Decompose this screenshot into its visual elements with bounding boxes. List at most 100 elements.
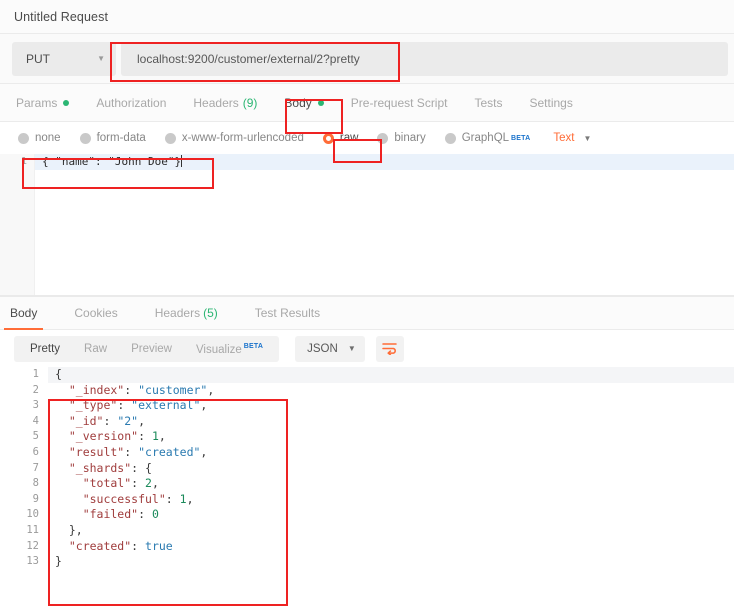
- body-format-label: Text: [553, 132, 575, 144]
- view-label: Preview: [131, 342, 172, 355]
- code-line: "result": "created",: [55, 445, 734, 461]
- code-punct: :: [124, 382, 139, 397]
- code-line: "_shards": {: [55, 461, 734, 477]
- radio-label: none: [35, 132, 61, 144]
- response-view-switcher: Pretty Raw Preview Visualize BETA: [14, 334, 280, 363]
- http-method-select[interactable]: PUT ▼: [12, 41, 116, 76]
- response-tab-headers[interactable]: Headers (5): [149, 297, 224, 330]
- radio-label: raw: [339, 132, 359, 144]
- request-body-code[interactable]: { "name": "John Doe"}: [42, 154, 183, 170]
- line-number: 13: [26, 555, 39, 568]
- request-tab-body[interactable]: Body: [284, 84, 324, 122]
- beta-badge: BETA: [511, 134, 531, 142]
- json-key: "successful": [55, 491, 166, 506]
- line-number: 8: [32, 477, 39, 490]
- tab-label: Params: [16, 95, 58, 110]
- line-number: 4: [32, 414, 39, 427]
- response-gutter: 1 2 3 4 5 6 7 8 9 10 11 12 13: [0, 367, 48, 577]
- url-value: localhost:9200/customer/external/2?prett…: [137, 51, 360, 66]
- response-body-viewer[interactable]: 1 2 3 4 5 6 7 8 9 10 11 12 13 { "_index": "customer"…: [0, 367, 734, 577]
- request-tab-params[interactable]: Params: [16, 84, 70, 122]
- request-tab-headers[interactable]: Headers (9): [193, 84, 257, 122]
- response-view-visualize[interactable]: Visualize BETA: [184, 334, 275, 363]
- view-label: Pretty: [30, 342, 61, 355]
- code-punct: :: [103, 413, 118, 428]
- line-number: 1: [32, 368, 39, 380]
- code-line: "total": 2,: [55, 476, 734, 492]
- json-key: "_index": [55, 382, 125, 397]
- code-line: "_type": "external",: [55, 398, 734, 414]
- view-label: Raw: [84, 342, 108, 355]
- code-punct: ,: [207, 382, 215, 397]
- body-format-select[interactable]: Text ▼: [553, 132, 591, 144]
- json-value: 1: [179, 491, 187, 506]
- radio-label: GraphQL: [461, 132, 510, 144]
- tab-label: Headers: [154, 306, 201, 320]
- body-type-x-www-form-urlencoded[interactable]: x-www-form-urlencoded: [164, 132, 304, 144]
- radio-icon: [444, 132, 456, 144]
- response-tab-cookies[interactable]: Cookies: [68, 297, 123, 330]
- json-value: 0: [151, 507, 159, 522]
- json-value: {: [145, 460, 152, 475]
- request-tab-settings[interactable]: Settings: [530, 84, 573, 122]
- response-view-pretty[interactable]: Pretty: [18, 336, 72, 362]
- line-number: 11: [26, 523, 39, 536]
- line-number: 7: [32, 461, 39, 474]
- response-view-raw[interactable]: Raw: [72, 336, 119, 362]
- line-number: 12: [26, 539, 39, 552]
- wrap-text-button[interactable]: [375, 335, 404, 362]
- request-tabs: Params Authorization Headers (9) Body Pre-req…: [0, 84, 734, 122]
- response-tab-body[interactable]: Body: [4, 297, 44, 330]
- response-json-code: { "_index": "customer", "_type": "extern…: [55, 367, 734, 570]
- code-punct: :: [165, 491, 180, 506]
- body-type-raw[interactable]: raw: [322, 132, 359, 144]
- tab-label: Pre-request Script: [350, 95, 448, 110]
- body-type-graphql[interactable]: GraphQL BETA: [444, 132, 531, 144]
- line-number: 9: [32, 492, 39, 505]
- json-key: "result": [55, 444, 125, 459]
- request-editor-gutter: 1: [0, 154, 35, 295]
- line-number: 2: [32, 383, 39, 396]
- code-line: },: [55, 523, 734, 539]
- line-number: 1: [20, 156, 27, 167]
- radio-label: form-data: [96, 132, 146, 144]
- code-line: }: [55, 554, 734, 570]
- code-punct: :: [138, 429, 152, 444]
- request-tab-tests[interactable]: Tests: [474, 84, 502, 122]
- body-type-binary[interactable]: binary: [377, 132, 426, 144]
- postman-request-pane: Untitled Request PUT ▼ localhost:9200/cu…: [0, 0, 734, 611]
- json-key: "_shards": [55, 460, 132, 475]
- beta-badge: BETA: [243, 343, 264, 351]
- body-type-none[interactable]: none: [18, 132, 61, 144]
- code-punct: ,: [151, 476, 159, 491]
- radio-label: x-www-form-urlencoded: [181, 132, 304, 144]
- tab-label: Authorization: [96, 95, 167, 110]
- url-input[interactable]: localhost:9200/customer/external/2?prett…: [121, 41, 728, 76]
- code-punct: ,: [200, 444, 208, 459]
- code-line: "failed": 0: [55, 507, 734, 523]
- json-value: "customer": [138, 382, 208, 397]
- json-key: "_type": [55, 398, 118, 413]
- body-type-form-data[interactable]: form-data: [79, 132, 146, 144]
- request-tab-authorization[interactable]: Authorization: [96, 84, 166, 122]
- json-value: "external": [131, 398, 201, 413]
- request-body-editor[interactable]: 1 { "name": "John Doe"}: [0, 154, 734, 295]
- code-line: "_index": "customer",: [55, 383, 734, 399]
- json-value: "created": [138, 444, 201, 459]
- code-punct: :: [124, 444, 139, 459]
- json-value: "2": [117, 413, 139, 428]
- code-punct: ,: [158, 429, 166, 444]
- code-punct: :: [117, 398, 132, 413]
- response-view-preview[interactable]: Preview: [119, 336, 184, 362]
- view-label: Visualize: [195, 343, 242, 356]
- tab-label: Body: [284, 95, 312, 110]
- code-line: {: [55, 367, 734, 383]
- radio-icon: [164, 132, 176, 144]
- response-format-select[interactable]: JSON ▼: [295, 335, 365, 362]
- request-tab-pre-request-script[interactable]: Pre-request Script: [351, 84, 448, 122]
- radio-icon: [79, 132, 91, 144]
- request-titlebar: Untitled Request: [0, 0, 734, 34]
- json-value: 1: [151, 429, 159, 444]
- response-tab-test-results[interactable]: Test Results: [249, 297, 326, 330]
- code-punct: },: [55, 522, 83, 537]
